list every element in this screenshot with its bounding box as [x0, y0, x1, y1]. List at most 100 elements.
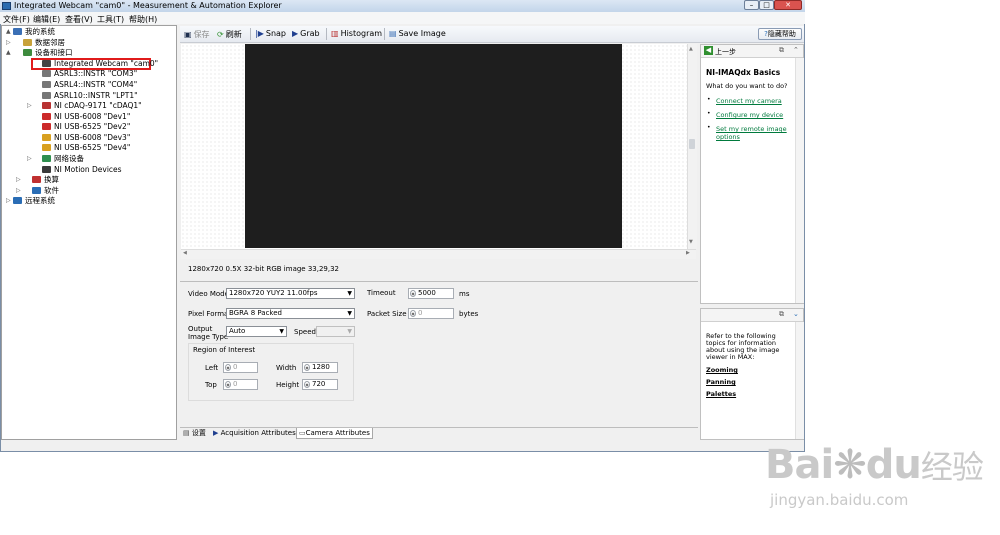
maximize-button[interactable]: □: [759, 0, 774, 10]
menu-tools[interactable]: 工具(T): [97, 14, 124, 25]
speed-select[interactable]: ▼: [316, 326, 355, 337]
undock-icon[interactable]: ⧉: [779, 46, 784, 55]
back-icon[interactable]: ◀: [704, 46, 713, 55]
save-image-icon: ▤: [389, 29, 397, 38]
pixel-format-label: Pixel Format: [188, 310, 232, 318]
toolbar-divider: [250, 28, 251, 40]
pixel-format-select[interactable]: BGRA 8 Packed ▼: [226, 308, 355, 319]
tree-item[interactable]: 远程系统: [13, 196, 55, 206]
collapse-icon[interactable]: ▲: [6, 49, 11, 56]
chevron-down-icon: ▼: [347, 310, 352, 317]
tree-item[interactable]: NI Motion Devices: [42, 165, 122, 175]
expand-icon[interactable]: ▷: [6, 197, 11, 204]
palettes-link[interactable]: Palettes: [706, 390, 736, 398]
tree-item-label: 软件: [44, 186, 59, 195]
collapse-icon[interactable]: ▲: [6, 28, 11, 35]
tree-item[interactable]: 设备和接口: [23, 48, 73, 58]
tree-item[interactable]: 换算: [32, 175, 59, 185]
remote-systems-icon: [13, 197, 22, 204]
tree-item-label: ASRL10::INSTR "LPT1": [54, 91, 138, 100]
tree-item[interactable]: NI USB-6525 "Dev2": [42, 122, 130, 132]
menu-view[interactable]: 查看(V): [65, 14, 93, 25]
spinner-icon[interactable]: ◆: [304, 364, 310, 371]
snap-button[interactable]: |▶ Snap: [255, 29, 286, 38]
save-image-button[interactable]: ▤ Save Image: [389, 29, 446, 38]
timeout-input[interactable]: ◆ 5000: [408, 288, 454, 299]
tree-item[interactable]: ASRL3::INSTR "COM3": [42, 69, 137, 79]
menu-file[interactable]: 文件(F): [3, 14, 30, 25]
help-topics-scrollbar[interactable]: [795, 322, 804, 439]
bullet-icon: •: [707, 110, 711, 117]
zooming-link[interactable]: Zooming: [706, 366, 738, 374]
chevron-down-icon[interactable]: ⌄: [793, 310, 799, 318]
grab-button[interactable]: ▶ Grab: [292, 29, 320, 38]
save-button[interactable]: ▣ 保存: [184, 29, 210, 40]
connect-camera-link[interactable]: Connect my camera: [716, 97, 782, 105]
hide-help-button[interactable]: ?隐藏帮助: [758, 28, 802, 40]
daq-chassis-icon: [42, 102, 51, 109]
menu-edit[interactable]: 编辑(E): [33, 14, 60, 25]
tree-item[interactable]: 我的系统: [13, 27, 55, 37]
video-mode-select[interactable]: 1280x720 YUY2 11.00fps ▼: [226, 288, 355, 299]
roi-height-input[interactable]: ◆ 720: [302, 379, 338, 390]
remote-image-link[interactable]: Set my remote image: [716, 125, 787, 133]
back-button[interactable]: 上一步: [715, 47, 736, 57]
close-button[interactable]: ✕: [774, 0, 802, 10]
tab-acquisition-attributes[interactable]: ▶ Acquisition Attributes: [211, 428, 298, 439]
tree-item[interactable]: Integrated Webcam "cam0": [42, 59, 158, 69]
scroll-up-icon[interactable]: ▲: [689, 46, 693, 52]
scale-icon: [32, 176, 41, 183]
tab-settings[interactable]: ▤ 设置: [181, 428, 208, 439]
minimize-button[interactable]: –: [744, 0, 759, 10]
roi-top-input[interactable]: ◆ 0: [223, 379, 258, 390]
help-header: ◀ 上一步 ⧉ ⌃: [701, 45, 803, 58]
tree-item[interactable]: NI USB-6525 "Dev4": [42, 143, 130, 153]
speed-label: Speed: [294, 328, 316, 336]
tree-item[interactable]: 数据邻居: [23, 38, 65, 48]
remote-image-link-2[interactable]: options: [716, 133, 740, 141]
spinner-icon[interactable]: ◆: [304, 381, 310, 388]
spinner-icon[interactable]: ◆: [225, 364, 231, 371]
spinner-icon[interactable]: ◆: [410, 310, 416, 317]
viewer-vertical-scrollbar[interactable]: ▲ ▼: [687, 44, 697, 249]
title-bar: Integrated Webcam "cam0" - Measurement &…: [0, 0, 805, 12]
panning-link[interactable]: Panning: [706, 378, 736, 386]
camera-image[interactable]: [245, 44, 622, 248]
tree-item[interactable]: 软件: [32, 186, 59, 196]
configure-device-link[interactable]: Configure my device: [716, 111, 783, 119]
tree-item[interactable]: ASRL4::INSTR "COM4": [42, 80, 137, 90]
roi-left-input[interactable]: ◆ 0: [223, 362, 258, 373]
scroll-thumb[interactable]: [689, 139, 695, 149]
tree-item[interactable]: 网络设备: [42, 154, 84, 164]
tree-item-label: 网络设备: [54, 154, 84, 163]
spinner-icon[interactable]: ◆: [225, 381, 231, 388]
tree-item[interactable]: NI USB-6008 "Dev1": [42, 112, 130, 122]
scroll-left-icon[interactable]: ◀: [183, 250, 187, 256]
tree-item-label: 换算: [44, 175, 59, 184]
expand-icon[interactable]: ▷: [27, 102, 32, 109]
histogram-button[interactable]: ▥ Histogram: [331, 29, 382, 38]
output-image-type-select[interactable]: Auto ▼: [226, 326, 287, 337]
undock-icon[interactable]: ⧉: [779, 310, 784, 319]
refresh-button[interactable]: ⟳ 刷新: [217, 29, 242, 40]
scroll-right-icon[interactable]: ▶: [686, 250, 690, 256]
expand-icon[interactable]: ▷: [16, 176, 21, 183]
help-pane: ◀ 上一步 ⧉ ⌃ NI-IMAQdx Basics What do you w…: [700, 44, 804, 304]
expand-icon[interactable]: ▷: [16, 187, 21, 194]
video-mode-label: Video Mode: [188, 290, 229, 298]
menu-help[interactable]: 帮助(H): [129, 14, 157, 25]
tab-camera-attributes[interactable]: ▭Camera Attributes: [296, 428, 373, 439]
help-scrollbar[interactable]: [795, 58, 804, 303]
expand-icon[interactable]: ▷: [27, 155, 32, 162]
spinner-icon[interactable]: ◆: [410, 290, 416, 297]
tree-item[interactable]: ASRL10::INSTR "LPT1": [42, 91, 138, 101]
roi-width-input[interactable]: ◆ 1280: [302, 362, 338, 373]
packet-size-input[interactable]: ◆ 0: [408, 308, 454, 319]
menu-bar: 文件(F) 编辑(E) 查看(V) 工具(T) 帮助(H): [0, 12, 805, 24]
expand-icon[interactable]: ▷: [6, 39, 11, 46]
scroll-down-icon[interactable]: ▼: [689, 239, 693, 245]
tree-item[interactable]: NI cDAQ-9171 "cDAQ1": [42, 101, 142, 111]
chevron-up-icon[interactable]: ⌃: [793, 46, 799, 54]
tree-item[interactable]: NI USB-6008 "Dev3": [42, 133, 130, 143]
viewer-horizontal-scrollbar[interactable]: ◀ ▶: [181, 249, 696, 259]
